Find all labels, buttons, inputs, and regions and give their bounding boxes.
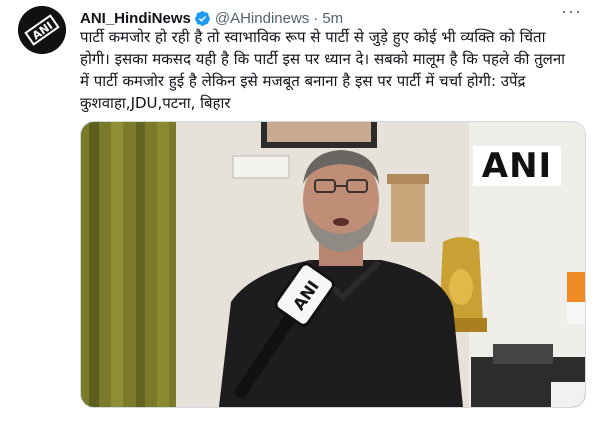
- tweet-media-image[interactable]: ANI ANI: [80, 121, 586, 408]
- timestamp[interactable]: 5m: [322, 10, 343, 27]
- tweet-header: ANI_HindiNews @AHindinews · 5m: [80, 8, 580, 28]
- display-name[interactable]: ANI_HindiNews: [80, 10, 191, 27]
- verified-badge-icon: [194, 10, 211, 27]
- avatar[interactable]: ANI: [18, 6, 66, 54]
- ani-logo-icon: ANI: [18, 6, 66, 54]
- more-options-icon[interactable]: ···: [561, 2, 582, 20]
- ani-watermark: ANI: [473, 146, 561, 186]
- tweet-text: पार्टी कमजोर हो रही है तो स्वाभाविक रूप …: [80, 28, 566, 112]
- separator-dot: ·: [313, 9, 319, 27]
- handle[interactable]: @AHindinews: [215, 10, 309, 27]
- tweet-card[interactable]: ANI ANI_HindiNews @AHindinews · 5m ··· प…: [0, 0, 604, 424]
